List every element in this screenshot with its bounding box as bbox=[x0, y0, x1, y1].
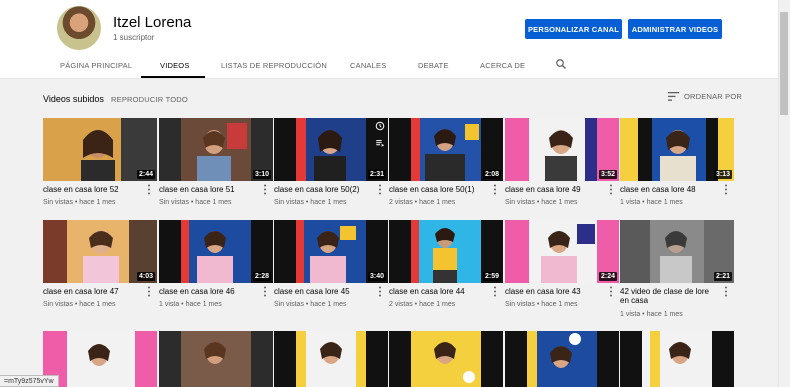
video-meta: Sin vistas • hace 1 mes bbox=[274, 199, 347, 206]
video-title[interactable]: clase en casa lore 43 bbox=[505, 287, 605, 296]
thumbnail-image bbox=[389, 331, 503, 387]
video-duration: 2:28 bbox=[252, 272, 271, 281]
thumbnail-image bbox=[274, 331, 388, 387]
channel-tabs: PÁGINA PRINCIPAL VIDEOS LISTAS DE REPROD… bbox=[0, 55, 778, 79]
status-bar-url: =mTy9z575vYw bbox=[0, 375, 59, 387]
video-duration: 2:21 bbox=[713, 272, 732, 281]
scrollbar-thumb[interactable] bbox=[780, 12, 788, 115]
tab-channels[interactable]: CANALES bbox=[350, 61, 386, 70]
more-actions-icon[interactable] bbox=[263, 286, 267, 297]
video-thumbnail[interactable] bbox=[159, 331, 273, 387]
thumbnail-image bbox=[620, 331, 734, 387]
video-duration: 4:03 bbox=[136, 272, 155, 281]
video-meta: Sin vistas • hace 1 mes bbox=[274, 301, 347, 308]
video-duration: 3:40 bbox=[367, 272, 386, 281]
thumbnail-image bbox=[159, 331, 273, 387]
customize-channel-button[interactable]: PERSONALIZAR CANAL bbox=[525, 19, 622, 39]
video-meta: 2 vistas • hace 1 mes bbox=[389, 301, 456, 308]
video-thumbnail[interactable]: 2:08 bbox=[389, 118, 503, 181]
video-duration: 3:52 bbox=[598, 170, 617, 179]
channel-avatar[interactable] bbox=[57, 6, 101, 50]
video-duration: 3:13 bbox=[713, 170, 732, 179]
video-duration: 2:59 bbox=[482, 272, 501, 281]
video-title[interactable]: clase en casa lore 49 bbox=[505, 185, 605, 194]
video-thumbnail[interactable]: 2:59 bbox=[389, 220, 503, 283]
video-thumbnail[interactable] bbox=[505, 331, 619, 387]
video-duration: 2:44 bbox=[136, 170, 155, 179]
video-meta: Sin vistas • hace 1 mes bbox=[159, 199, 232, 206]
video-duration: 2:08 bbox=[482, 170, 501, 179]
video-thumbnail[interactable] bbox=[274, 331, 388, 387]
tab-videos[interactable]: VIDEOS bbox=[160, 61, 190, 70]
sort-icon bbox=[668, 92, 679, 101]
video-thumbnail[interactable]: 2:24 bbox=[505, 220, 619, 283]
more-actions-icon[interactable] bbox=[493, 286, 497, 297]
tab-discussion[interactable]: DEBATE bbox=[418, 61, 449, 70]
video-thumbnail[interactable]: 2:44 bbox=[43, 118, 157, 181]
video-title[interactable]: clase en casa lore 45 bbox=[274, 287, 374, 296]
more-actions-icon[interactable] bbox=[378, 184, 382, 195]
video-thumbnail[interactable]: 3:10 bbox=[159, 118, 273, 181]
video-meta: 1 vista • hace 1 mes bbox=[620, 311, 683, 318]
video-meta: 2 vistas • hace 1 mes bbox=[389, 199, 456, 206]
video-duration: 2:31 bbox=[367, 170, 386, 179]
more-actions-icon[interactable] bbox=[378, 286, 382, 297]
video-thumbnail[interactable]: 3:13 bbox=[620, 118, 734, 181]
video-thumbnail[interactable]: 2:21 bbox=[620, 220, 734, 283]
search-icon[interactable] bbox=[555, 58, 567, 70]
watch-later-icon[interactable] bbox=[375, 121, 385, 131]
video-title[interactable]: clase en casa lore 48 bbox=[620, 185, 720, 194]
video-title[interactable]: clase en casa lore 50(2) bbox=[274, 185, 374, 194]
video-meta: Sin vistas • hace 1 mes bbox=[505, 301, 578, 308]
video-title[interactable]: clase en casa lore 44 bbox=[389, 287, 489, 296]
channel-header: Itzel Lorena 1 suscriptor PERSONALIZAR C… bbox=[0, 0, 778, 79]
video-thumbnail[interactable] bbox=[43, 331, 157, 387]
video-thumbnail[interactable] bbox=[620, 331, 734, 387]
video-title[interactable]: clase en casa lore 46 bbox=[159, 287, 259, 296]
play-all-button[interactable]: REPRODUCIR TODO bbox=[111, 95, 188, 104]
more-actions-icon[interactable] bbox=[609, 286, 613, 297]
video-meta: Sin vistas • hace 1 mes bbox=[505, 199, 578, 206]
video-thumbnail[interactable] bbox=[389, 331, 503, 387]
video-title[interactable]: clase en casa lore 47 bbox=[43, 287, 143, 296]
manage-videos-button[interactable]: ADMINISTRAR VIDEOS bbox=[628, 19, 722, 39]
video-meta: Sin vistas • hace 1 mes bbox=[43, 301, 116, 308]
thumbnail-image bbox=[43, 331, 157, 387]
tab-playlists[interactable]: LISTAS DE REPRODUCCIÓN bbox=[221, 61, 327, 70]
video-meta: 1 vista • hace 1 mes bbox=[159, 301, 222, 308]
video-title[interactable]: 42 video de clase de lore en casa bbox=[620, 287, 720, 305]
more-actions-icon[interactable] bbox=[263, 184, 267, 195]
more-actions-icon[interactable] bbox=[147, 286, 151, 297]
active-tab-indicator bbox=[141, 76, 205, 78]
video-thumbnail[interactable]: 4:03 bbox=[43, 220, 157, 283]
video-title[interactable]: clase en casa lore 51 bbox=[159, 185, 259, 194]
thumbnail-image bbox=[505, 331, 619, 387]
sort-label: ORDENAR POR bbox=[684, 92, 743, 101]
video-duration: 3:10 bbox=[252, 170, 271, 179]
tab-home[interactable]: PÁGINA PRINCIPAL bbox=[60, 61, 132, 70]
subscriber-count: 1 suscriptor bbox=[113, 33, 155, 42]
video-title[interactable]: clase en casa lore 52 bbox=[43, 185, 143, 194]
video-thumbnail[interactable]: 2:31 bbox=[274, 118, 388, 181]
video-meta: 1 vista • hace 1 mes bbox=[620, 199, 683, 206]
more-actions-icon[interactable] bbox=[724, 184, 728, 195]
video-meta: Sin vistas • hace 1 mes bbox=[43, 199, 116, 206]
video-thumbnail[interactable]: 3:40 bbox=[274, 220, 388, 283]
more-actions-icon[interactable] bbox=[147, 184, 151, 195]
add-to-queue-icon[interactable] bbox=[375, 138, 385, 148]
video-thumbnail[interactable]: 3:52 bbox=[505, 118, 619, 181]
video-title[interactable]: clase en casa lore 50(1) bbox=[389, 185, 489, 194]
more-actions-icon[interactable] bbox=[493, 184, 497, 195]
tab-about[interactable]: ACERCA DE bbox=[480, 61, 525, 70]
more-actions-icon[interactable] bbox=[724, 286, 728, 297]
more-actions-icon[interactable] bbox=[609, 184, 613, 195]
video-duration: 2:24 bbox=[598, 272, 617, 281]
sort-button[interactable]: ORDENAR POR bbox=[668, 92, 742, 101]
section-title: Videos subidos bbox=[43, 94, 104, 104]
video-thumbnail[interactable]: 2:28 bbox=[159, 220, 273, 283]
channel-name: Itzel Lorena bbox=[113, 14, 192, 31]
